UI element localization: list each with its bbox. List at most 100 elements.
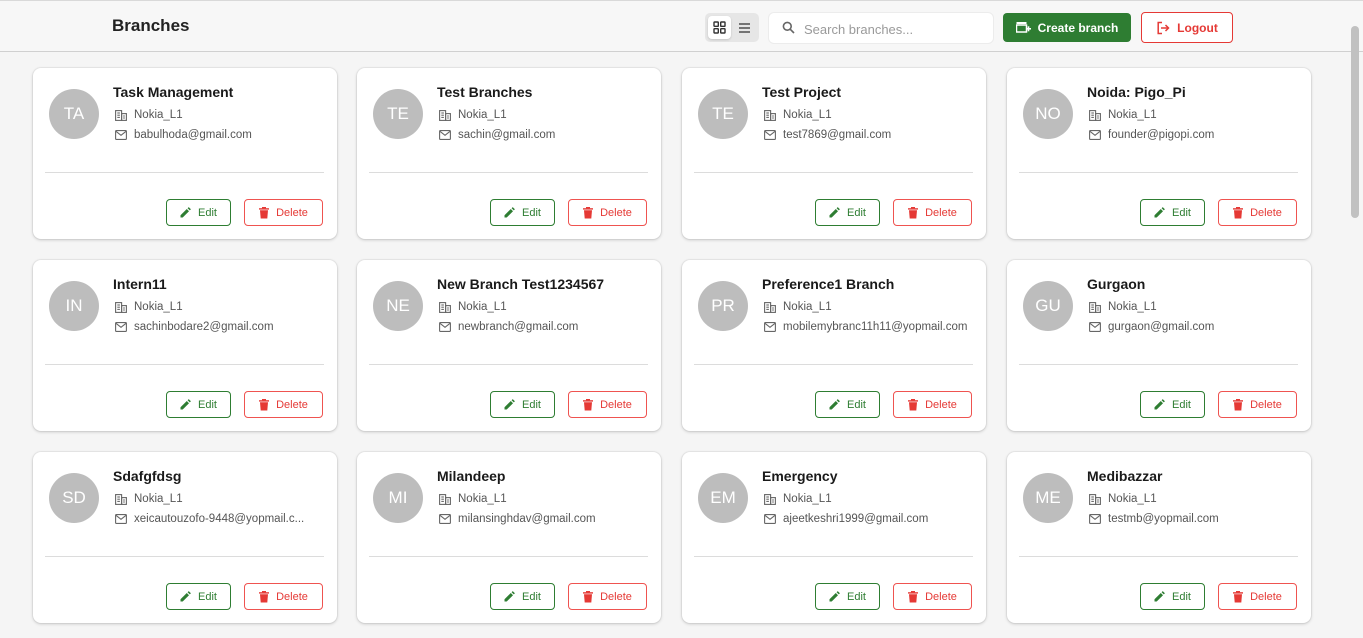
mail-icon [764, 514, 776, 524]
delete-label: Delete [600, 206, 632, 219]
branch-card: TE Test Project Nokia_L1 test7869@gmail.… [682, 68, 986, 239]
building-icon [1089, 109, 1101, 121]
email-address: sachin@gmail.com [458, 129, 556, 141]
delete-label: Delete [276, 590, 308, 603]
card-divider [694, 556, 973, 557]
delete-button[interactable]: Delete [244, 583, 323, 610]
organization-row: Nokia_L1 [439, 300, 507, 314]
page-title: Branches [112, 16, 190, 35]
card-divider [45, 556, 324, 557]
avatar: MI [373, 473, 423, 523]
organization-row: Nokia_L1 [764, 300, 832, 314]
edit-button[interactable]: Edit [490, 199, 555, 226]
edit-label: Edit [1172, 206, 1191, 219]
edit-button[interactable]: Edit [1140, 583, 1205, 610]
delete-label: Delete [1250, 398, 1282, 411]
delete-label: Delete [1250, 590, 1282, 603]
scrollbar[interactable] [1348, 22, 1362, 638]
mail-icon [439, 322, 451, 332]
organization-row: Nokia_L1 [439, 492, 507, 506]
card-divider [45, 172, 324, 173]
edit-button[interactable]: Edit [490, 391, 555, 418]
search-input[interactable] [802, 18, 986, 40]
logout-button[interactable]: Logout [1141, 12, 1233, 43]
building-icon [1089, 301, 1101, 313]
grid-view-button[interactable] [708, 16, 731, 39]
trash-icon [1233, 590, 1244, 603]
pencil-icon [180, 207, 191, 218]
edit-button[interactable]: Edit [815, 583, 880, 610]
organization-name: Nokia_L1 [783, 301, 832, 313]
delete-button[interactable]: Delete [893, 391, 972, 418]
email-row: milansinghdav@gmail.com [439, 512, 596, 526]
delete-button[interactable]: Delete [1218, 199, 1297, 226]
logout-label: Logout [1177, 20, 1218, 35]
avatar: NO [1023, 89, 1073, 139]
delete-label: Delete [925, 206, 957, 219]
branch-name: Test Branches [437, 84, 533, 100]
search-box [769, 13, 993, 43]
branch-card: GU Gurgaon Nokia_L1 gurgaon@gmail.com Ed… [1007, 260, 1311, 431]
add-branch-icon [1015, 21, 1031, 34]
branch-card: IN Intern11 Nokia_L1 sachinbodare2@gmail… [33, 260, 337, 431]
edit-button[interactable]: Edit [166, 199, 231, 226]
edit-button[interactable]: Edit [1140, 199, 1205, 226]
card-divider [369, 556, 648, 557]
edit-button[interactable]: Edit [1140, 391, 1205, 418]
email-address: gurgaon@gmail.com [1108, 321, 1215, 333]
email-address: mobilemybranc11h11@yopmail.com [783, 321, 968, 333]
email-row: xeicautouzofo-9448@yopmail.c... [115, 512, 304, 526]
delete-label: Delete [1250, 206, 1282, 219]
branch-card: EM Emergency Nokia_L1 ajeetkeshri1999@gm… [682, 452, 986, 623]
edit-button[interactable]: Edit [490, 583, 555, 610]
delete-button[interactable]: Delete [568, 199, 647, 226]
pencil-icon [829, 207, 840, 218]
branch-name: Test Project [762, 84, 842, 100]
delete-label: Delete [600, 590, 632, 603]
delete-button[interactable]: Delete [244, 199, 323, 226]
mail-icon [115, 130, 127, 140]
trash-icon [908, 398, 919, 411]
grid-icon [713, 21, 726, 34]
mail-icon [1089, 514, 1101, 524]
mail-icon [1089, 130, 1101, 140]
organization-name: Nokia_L1 [1108, 301, 1157, 313]
edit-button[interactable]: Edit [166, 583, 231, 610]
trash-icon [259, 398, 270, 411]
edit-button[interactable]: Edit [815, 391, 880, 418]
avatar: TE [373, 89, 423, 139]
pencil-icon [504, 399, 515, 410]
delete-label: Delete [925, 590, 957, 603]
branch-name: Medibazzar [1087, 468, 1163, 484]
view-toggle [705, 13, 759, 42]
branch-name: Task Management [113, 84, 234, 100]
edit-label: Edit [847, 590, 866, 603]
top-bar: Branches Search branches... Create branc… [0, 0, 1363, 52]
create-branch-button[interactable]: Create branch [1003, 13, 1131, 42]
edit-button[interactable]: Edit [166, 391, 231, 418]
delete-button[interactable]: Delete [1218, 583, 1297, 610]
list-view-button[interactable] [733, 16, 756, 39]
mail-icon [764, 322, 776, 332]
delete-button[interactable]: Delete [568, 583, 647, 610]
edit-button[interactable]: Edit [815, 199, 880, 226]
delete-button[interactable]: Delete [893, 583, 972, 610]
organization-row: Nokia_L1 [764, 108, 832, 122]
organization-name: Nokia_L1 [458, 109, 507, 121]
branch-card: NO Noida: Pigo_Pi Nokia_L1 founder@pigop… [1007, 68, 1311, 239]
delete-button[interactable]: Delete [1218, 391, 1297, 418]
scrollbar-thumb[interactable] [1351, 26, 1359, 218]
trash-icon [259, 206, 270, 219]
building-icon [439, 493, 451, 505]
email-address: testmb@yopmail.com [1108, 513, 1219, 525]
email-row: gurgaon@gmail.com [1089, 320, 1214, 334]
delete-button[interactable]: Delete [244, 391, 323, 418]
trash-icon [583, 206, 594, 219]
delete-button[interactable]: Delete [893, 199, 972, 226]
list-icon [738, 22, 751, 34]
branch-name: Emergency [762, 468, 838, 484]
pencil-icon [180, 399, 191, 410]
delete-button[interactable]: Delete [568, 391, 647, 418]
branch-name: Noida: Pigo_Pi [1087, 84, 1186, 100]
trash-icon [259, 590, 270, 603]
